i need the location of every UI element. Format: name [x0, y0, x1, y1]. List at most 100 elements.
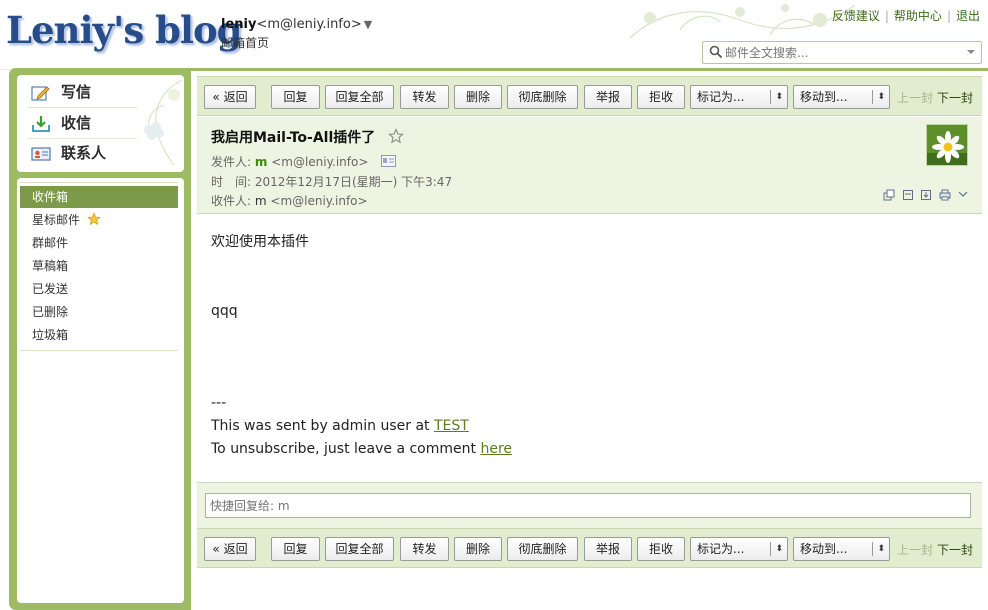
updown-arrow-icon: ⬍ [877, 544, 885, 554]
print-icon[interactable] [939, 189, 951, 201]
user-email: <m@leniy.info> [256, 17, 362, 32]
prev-mail-link[interactable]: 上一封 [897, 541, 933, 558]
back-button[interactable]: « 返回 [204, 537, 256, 561]
sender-avatar [926, 124, 968, 166]
reply-all-button[interactable]: 回复全部 [325, 85, 394, 109]
folder-starred[interactable]: 星标邮件 [20, 209, 178, 231]
mail-subject: 我启用Mail-To-All插件了 [211, 130, 376, 146]
body-line: qqq [211, 303, 238, 319]
user-block: leniy<m@leniy.info> ▼ 邮箱首页 [221, 15, 372, 53]
move-to-select[interactable]: 移动到... ⬍ [793, 85, 890, 109]
updown-arrow-icon: ⬍ [775, 544, 783, 554]
from-email: <m@leniy.info> [271, 155, 369, 169]
search-icon[interactable] [709, 45, 723, 59]
view-source-icon[interactable] [902, 189, 914, 201]
chevron-down-icon[interactable] [966, 47, 976, 57]
star-outline-icon[interactable] [388, 128, 404, 144]
mark-as-select[interactable]: 标记为... ⬍ [690, 537, 788, 561]
contacts-label: 联系人 [61, 144, 107, 162]
divider [27, 107, 137, 108]
feedback-link[interactable]: 反馈建议 [832, 9, 880, 23]
mail-view-tools [880, 189, 968, 201]
contacts-button[interactable]: 联系人 [31, 139, 106, 167]
blog-logo[interactable]: Leniy's blog [6, 8, 243, 52]
move-to-label: 移动到... [800, 90, 848, 104]
mail-view: « 返回 回复 回复全部 转发 删除 彻底删除 举报 拒收 标记为... ⬍ 移… [191, 71, 988, 610]
divider [872, 542, 873, 556]
mail-home-link[interactable]: 邮箱首页 [221, 34, 372, 53]
folder-drafts[interactable]: 草稿箱 [20, 255, 178, 277]
folder-group-mail[interactable]: 群邮件 [20, 232, 178, 254]
folder-spam[interactable]: 垃圾箱 [20, 324, 178, 346]
comment-link[interactable]: here [480, 441, 512, 457]
mail-search-box[interactable] [702, 41, 982, 64]
reject-button[interactable]: 拒收 [637, 85, 685, 109]
divider [770, 542, 771, 556]
mark-as-label: 标记为... [697, 90, 745, 104]
folder-sent[interactable]: 已发送 [20, 278, 178, 300]
next-mail-link[interactable]: 下一封 [937, 89, 973, 106]
body-line: --- [211, 395, 227, 411]
search-input[interactable] [725, 44, 955, 62]
folder-starred-label: 星标邮件 [32, 213, 81, 227]
from-row: 发件人: m <m@leniy.info> [211, 153, 368, 170]
user-name: leniy [221, 17, 257, 32]
reply-button[interactable]: 回复 [271, 85, 320, 109]
logout-link[interactable]: 退出 [956, 9, 980, 23]
mark-as-select[interactable]: 标记为... ⬍ [690, 85, 788, 109]
move-to-label: 移动到... [800, 542, 848, 556]
delete-button[interactable]: 删除 [454, 85, 502, 109]
delete-permanent-button[interactable]: 彻底删除 [507, 537, 578, 561]
folder-list: 收件箱 星标邮件 群邮件 草稿箱 已发送 已删除 垃圾箱 [17, 178, 184, 603]
inbox-download-icon [32, 116, 50, 132]
contacts-card-icon [31, 147, 51, 161]
account-dropdown-icon[interactable]: ▼ [364, 18, 372, 31]
receive-mail-label: 收信 [61, 114, 92, 132]
time-label: 时 间: [211, 175, 252, 189]
divider [770, 90, 771, 104]
next-mail-link[interactable]: 下一封 [937, 541, 973, 558]
divider [20, 350, 178, 351]
help-center-link[interactable]: 帮助中心 [894, 9, 942, 23]
body-text: To unsubscribe, just leave a comment [211, 441, 481, 457]
forward-button[interactable]: 转发 [400, 85, 449, 109]
back-button[interactable]: « 返回 [204, 85, 256, 109]
quick-reply-area [197, 482, 982, 528]
contact-card-icon[interactable] [381, 155, 396, 167]
chevron-down-icon[interactable] [958, 189, 968, 201]
mail-toolbar-bottom: « 返回 回复 回复全部 转发 删除 彻底删除 举报 拒收 标记为... ⬍ 移… [197, 528, 982, 568]
folder-inbox[interactable]: 收件箱 [20, 186, 178, 208]
delete-permanent-button[interactable]: 彻底删除 [507, 85, 578, 109]
mail-header: 我启用Mail-To-All插件了 发件人: m <m@leniy.info> … [197, 117, 982, 214]
from-label: 发件人: [211, 155, 252, 169]
download-icon[interactable] [920, 189, 932, 201]
reply-button[interactable]: 回复 [271, 537, 320, 561]
reject-button[interactable]: 拒收 [637, 537, 685, 561]
mail-content: 欢迎使用本插件 qqq --- This was sent by admin u… [211, 231, 971, 461]
receive-mail-button[interactable]: 收信 [31, 109, 91, 137]
to-name[interactable]: m [255, 194, 267, 208]
delete-button[interactable]: 删除 [454, 537, 502, 561]
body-line: To unsubscribe, just leave a comment her… [211, 438, 971, 461]
body-text: This was sent by admin user at [211, 418, 434, 434]
prev-mail-link[interactable]: 上一封 [897, 89, 933, 106]
top-links: 反馈建议 | 帮助中心 | 退出 [832, 7, 980, 24]
from-name[interactable]: m [255, 155, 268, 169]
quick-reply-input[interactable] [205, 493, 971, 518]
compose-icon [31, 86, 50, 101]
move-to-select[interactable]: 移动到... ⬍ [793, 537, 890, 561]
folder-deleted[interactable]: 已删除 [20, 301, 178, 323]
test-site-link[interactable]: TEST [434, 418, 469, 434]
updown-arrow-icon: ⬍ [775, 92, 783, 102]
forward-button[interactable]: 转发 [400, 537, 449, 561]
time-row: 时 间: 2012年12月17日(星期一) 下午3:47 [211, 173, 452, 190]
top-header: Leniy's blog leniy<m@leniy.info> ▼ 邮箱首页 反… [0, 0, 988, 70]
report-button[interactable]: 举报 [584, 85, 632, 109]
new-window-icon[interactable] [883, 189, 895, 201]
reply-all-button[interactable]: 回复全部 [325, 537, 394, 561]
body-line: 欢迎使用本插件 [211, 234, 309, 250]
compose-button[interactable]: 写信 [31, 78, 91, 106]
compose-label: 写信 [61, 83, 92, 101]
report-button[interactable]: 举报 [584, 537, 632, 561]
